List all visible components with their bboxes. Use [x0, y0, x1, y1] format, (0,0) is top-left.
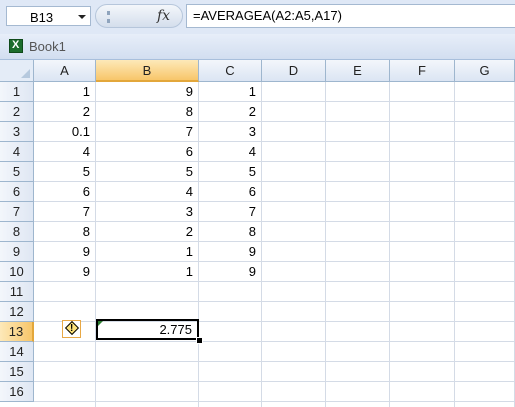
cell-c9[interactable]: 9 — [199, 242, 262, 262]
row-header-15[interactable]: 15 — [0, 362, 34, 382]
excel-workbook-icon: X — [9, 39, 23, 53]
formula-bar: B13 fx =AVERAGEA(A2:A5,A17) — [0, 0, 515, 35]
grid-line — [34, 401, 515, 402]
workbook-name: Book1 — [29, 39, 66, 54]
cell-b3[interactable]: 7 — [96, 122, 199, 142]
cell-a3[interactable]: 0.1 — [34, 122, 96, 142]
cell-c8[interactable]: 8 — [199, 222, 262, 242]
active-cell[interactable]: 2.775 — [96, 319, 199, 340]
cell-a5[interactable]: 5 — [34, 162, 96, 182]
cell-c1[interactable]: 1 — [199, 82, 262, 102]
active-cell-value: 2.775 — [159, 322, 192, 337]
column-header-b[interactable]: B — [96, 60, 199, 82]
cell-a6[interactable]: 6 — [34, 182, 96, 202]
name-box-value: B13 — [30, 10, 54, 25]
grid-line — [325, 82, 326, 407]
column-header-f[interactable]: F — [390, 60, 455, 82]
cell-a7[interactable]: 7 — [34, 202, 96, 222]
workbook-title-bar: X Book1 — [0, 34, 515, 60]
row-header-12[interactable]: 12 — [0, 302, 34, 322]
cell-c2[interactable]: 2 — [199, 102, 262, 122]
row-header-8[interactable]: 8 — [0, 222, 34, 242]
column-header-a[interactable]: A — [34, 60, 96, 82]
row-header-7[interactable]: 7 — [0, 202, 34, 222]
cell-b7[interactable]: 3 — [96, 202, 199, 222]
cell-c5[interactable]: 5 — [199, 162, 262, 182]
row-header-4[interactable]: 4 — [0, 142, 34, 162]
chevron-down-icon[interactable] — [78, 15, 86, 19]
name-box[interactable]: B13 — [6, 6, 91, 26]
grid-line — [389, 82, 390, 407]
cell-c6[interactable]: 6 — [199, 182, 262, 202]
column-header-d[interactable]: D — [262, 60, 326, 82]
cell-a2[interactable]: 2 — [34, 102, 96, 122]
row-header-16[interactable]: 16 — [0, 382, 34, 402]
insert-function-icon[interactable]: fx — [157, 8, 170, 24]
row-header-10[interactable]: 10 — [0, 262, 34, 282]
column-header-e[interactable]: E — [326, 60, 390, 82]
spreadsheet-grid[interactable]: 16 15 14 13 12 11 10 9 8 7 6 5 4 3 2 1 G F E D C B A 1 2 0.1 4 5 6 7… — [0, 60, 515, 407]
row-header-14[interactable]: 14 — [0, 342, 34, 362]
select-all-button[interactable] — [0, 60, 34, 82]
fill-handle[interactable] — [196, 337, 203, 344]
cell-a9[interactable]: 9 — [34, 242, 96, 262]
column-header-g[interactable]: G — [455, 60, 515, 82]
row-header-2[interactable]: 2 — [0, 102, 34, 122]
grid-line — [34, 341, 515, 342]
error-indicator-icon — [98, 321, 103, 326]
grid-line — [34, 301, 515, 302]
cell-b10[interactable]: 1 — [96, 262, 199, 282]
row-header-11[interactable]: 11 — [0, 282, 34, 302]
cell-c10[interactable]: 9 — [199, 262, 262, 282]
formula-text: =AVERAGEA(A2:A5,A17) — [193, 8, 342, 23]
cell-a8[interactable]: 8 — [34, 222, 96, 242]
cell-c7[interactable]: 7 — [199, 202, 262, 222]
cell-b1[interactable]: 9 — [96, 82, 199, 102]
row-header-5[interactable]: 5 — [0, 162, 34, 182]
cell-b5[interactable]: 5 — [96, 162, 199, 182]
column-header-c[interactable]: C — [199, 60, 262, 82]
cell-b4[interactable]: 6 — [96, 142, 199, 162]
resize-handle-icon[interactable] — [107, 11, 113, 23]
cell-b2[interactable]: 8 — [96, 102, 199, 122]
formula-input[interactable]: =AVERAGEA(A2:A5,A17) — [186, 4, 515, 28]
cell-a1[interactable]: 1 — [34, 82, 96, 102]
row-header-6[interactable]: 6 — [0, 182, 34, 202]
cell-b8[interactable]: 2 — [96, 222, 199, 242]
formula-bar-divider[interactable]: fx — [95, 4, 183, 28]
cell-c4[interactable]: 4 — [199, 142, 262, 162]
grid-line — [34, 361, 515, 362]
cell-b9[interactable]: 1 — [96, 242, 199, 262]
cell-b6[interactable]: 4 — [96, 182, 199, 202]
cell-a10[interactable]: 9 — [34, 262, 96, 282]
row-header-13[interactable]: 13 — [0, 322, 34, 342]
row-header-3[interactable]: 3 — [0, 122, 34, 142]
error-warning-icon[interactable]: ! — [62, 320, 81, 338]
cell-a4[interactable]: 4 — [34, 142, 96, 162]
cell-c3[interactable]: 3 — [199, 122, 262, 142]
grid-line — [34, 381, 515, 382]
row-header-9[interactable]: 9 — [0, 242, 34, 262]
grid-line — [454, 82, 455, 407]
row-header-1[interactable]: 1 — [0, 82, 34, 102]
